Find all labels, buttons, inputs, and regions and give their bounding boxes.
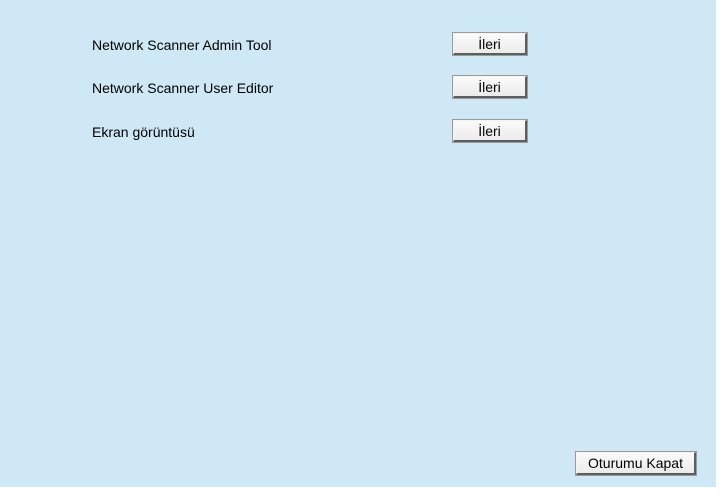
screenshot-next-button[interactable]: İleri	[452, 119, 528, 143]
screenshot-label: Ekran görüntüsü	[92, 124, 195, 140]
admin-tool-label: Network Scanner Admin Tool	[92, 37, 272, 53]
user-editor-label: Network Scanner User Editor	[92, 80, 274, 96]
admin-tool-next-button[interactable]: İleri	[452, 32, 528, 56]
link-row-admin-tool: Network Scanner Admin Tool İleri	[0, 32, 716, 57]
user-editor-next-button[interactable]: İleri	[452, 75, 528, 99]
link-row-user-editor: Network Scanner User Editor İleri	[0, 75, 716, 100]
main-panel: Network Scanner Admin Tool İleri Network…	[0, 0, 716, 487]
logout-button[interactable]: Oturumu Kapat	[575, 451, 697, 476]
link-row-screenshot: Ekran görüntüsü İleri	[0, 119, 716, 144]
